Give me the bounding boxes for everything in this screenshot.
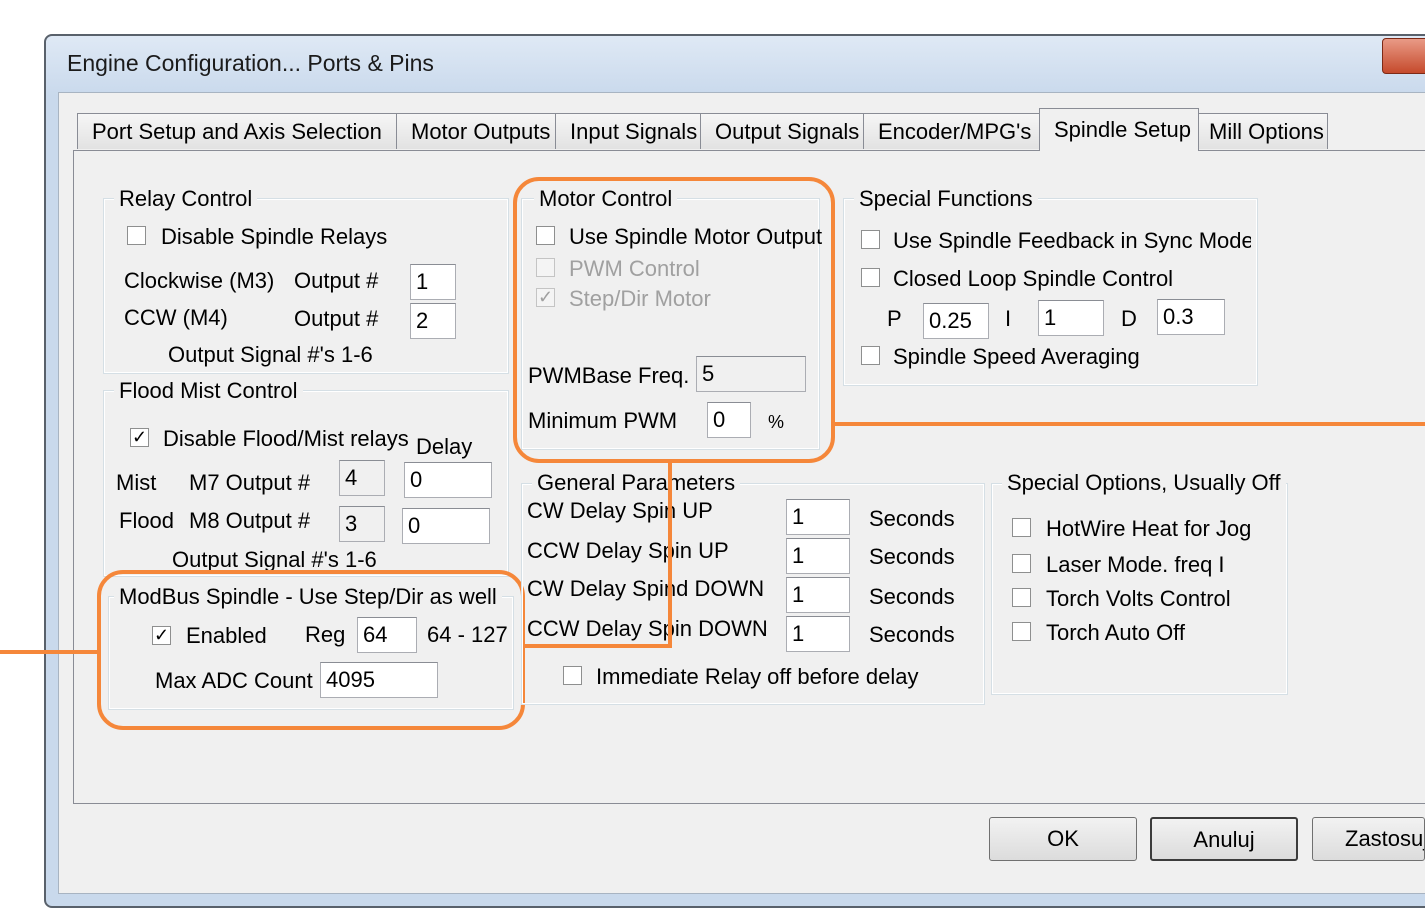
torch-volts-checkbox[interactable]: [1012, 588, 1031, 607]
closed-loop-checkbox[interactable]: [861, 268, 880, 287]
general-params-title: General Parameters: [532, 471, 741, 495]
immediate-relay-label: Immediate Relay off before delay: [596, 664, 919, 689]
clockwise-label: Clockwise (M3): [124, 268, 275, 293]
d-field[interactable]: 0.3: [1157, 299, 1225, 335]
d-label: D: [1121, 306, 1137, 331]
i-field[interactable]: 1: [1038, 300, 1104, 336]
disable-spindle-relays-label: Disable Spindle Relays: [161, 224, 388, 249]
p-field[interactable]: 0.25: [923, 303, 989, 339]
special-options-title: Special Options, Usually Off: [1002, 471, 1286, 495]
flood-label: Flood: [119, 508, 175, 533]
tab-mill-options[interactable]: Mill Options: [1198, 113, 1328, 149]
ccw-label: CCW (M4): [124, 305, 228, 330]
flood-delay-field[interactable]: 0: [402, 508, 490, 544]
cancel-button[interactable]: Anuluj: [1150, 817, 1298, 861]
ccw-spin-up-field[interactable]: 1: [786, 538, 850, 574]
modbus-callout-line: [0, 650, 99, 654]
spindle-feedback-label: Use Spindle Feedback in Sync Modes: [893, 229, 1251, 253]
ccw-spin-down-label: CCW Delay Spin DOWN: [527, 616, 768, 641]
motor-control-connector-foot: [524, 644, 672, 648]
torch-auto-off-label: Torch Auto Off: [1046, 620, 1186, 645]
flood-mist-title: Flood Mist Control: [114, 379, 303, 403]
hotwire-checkbox[interactable]: [1012, 518, 1031, 537]
cw-spin-up-label: CW Delay Spin UP: [527, 498, 713, 523]
relay-control-title: Relay Control: [114, 187, 258, 211]
ok-button[interactable]: OK: [989, 817, 1137, 861]
mist-delay-field[interactable]: 0: [404, 462, 492, 498]
modbus-highlight: [97, 570, 525, 730]
hotwire-label: HotWire Heat for Jog: [1046, 516, 1252, 541]
cw-spin-down-unit: Seconds: [869, 584, 955, 609]
flood-signal-note: Output Signal #'s 1-6: [172, 547, 377, 572]
cw-spin-down-label: CW Delay Spind DOWN: [527, 576, 765, 601]
tab-motor-outputs[interactable]: Motor Outputs: [396, 113, 556, 149]
disable-flood-mist-checkbox[interactable]: ✓: [130, 428, 149, 447]
relay-signal-note: Output Signal #'s 1-6: [168, 342, 373, 367]
ccw-spin-down-field[interactable]: 1: [786, 616, 850, 652]
speed-averaging-checkbox[interactable]: [861, 346, 880, 365]
laser-mode-checkbox[interactable]: [1012, 554, 1031, 573]
torch-volts-label: Torch Volts Control: [1046, 586, 1231, 611]
flood-output-label: M8 Output #: [189, 508, 311, 533]
i-label: I: [1005, 306, 1012, 331]
tab-port-setup[interactable]: Port Setup and Axis Selection: [77, 113, 397, 149]
speed-averaging-label: Spindle Speed Averaging: [893, 344, 1140, 369]
cw-output-field[interactable]: 1: [410, 264, 456, 300]
mist-output-field[interactable]: 4: [339, 460, 385, 496]
apply-button[interactable]: Zastosuj: [1312, 817, 1425, 861]
flood-output-field[interactable]: 3: [339, 506, 385, 542]
ccw-spin-up-unit: Seconds: [869, 544, 955, 569]
disable-flood-mist-label: Disable Flood/Mist relays: [163, 426, 409, 451]
motor-control-connector-line: [668, 460, 672, 648]
ccw-output-label: Output #: [294, 306, 379, 331]
close-button[interactable]: [1382, 38, 1425, 74]
mist-output-label: M7 Output #: [189, 470, 311, 495]
check-icon: ✓: [131, 427, 148, 447]
spindle-feedback-checkbox[interactable]: [861, 230, 880, 249]
ccw-spin-down-unit: Seconds: [869, 622, 955, 647]
disable-spindle-relays-checkbox[interactable]: [127, 226, 146, 245]
ccw-output-field[interactable]: 2: [410, 303, 456, 339]
window-title: Engine Configuration... Ports & Pins: [67, 50, 434, 76]
closed-loop-label: Closed Loop Spindle Control: [893, 266, 1174, 291]
motor-control-highlight: [513, 177, 835, 463]
torch-auto-off-checkbox[interactable]: [1012, 622, 1031, 641]
cw-output-label: Output #: [294, 268, 379, 293]
tab-output-signals[interactable]: Output Signals: [700, 113, 864, 149]
ccw-spin-up-label: CCW Delay Spin UP: [527, 538, 729, 563]
cw-spin-down-field[interactable]: 1: [786, 577, 850, 613]
motor-control-callout-line: [833, 422, 1425, 426]
tab-encoder-mpg[interactable]: Encoder/MPG's: [863, 113, 1041, 149]
cw-spin-up-field[interactable]: 1: [786, 499, 850, 535]
cw-spin-up-unit: Seconds: [869, 506, 955, 531]
delay-header: Delay: [416, 434, 473, 459]
special-functions-title: Special Functions: [854, 187, 1038, 211]
immediate-relay-checkbox[interactable]: [563, 666, 582, 685]
p-label: P: [887, 306, 902, 331]
tab-spindle-setup[interactable]: Spindle Setup: [1039, 108, 1199, 151]
mist-label: Mist: [116, 470, 157, 495]
laser-mode-label: Laser Mode. freq I: [1046, 552, 1225, 577]
tab-input-signals[interactable]: Input Signals: [555, 113, 701, 149]
